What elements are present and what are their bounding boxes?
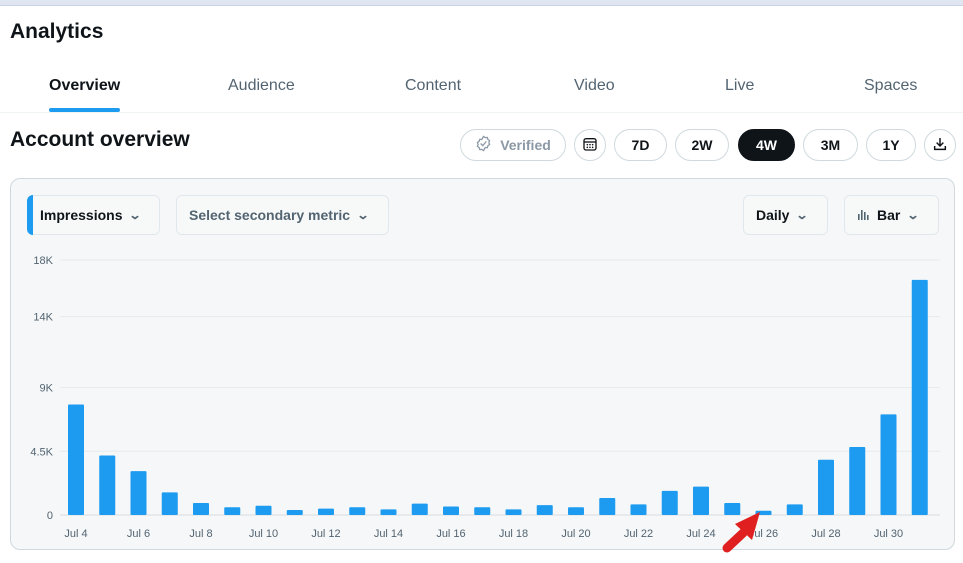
x-tick-label: Jul 28 [811,528,840,540]
chart-bar-jul-12[interactable] [318,508,334,515]
y-tick-label: 18K [33,255,53,267]
y-tick-label: 0 [47,510,53,522]
chart-bar-jul-5[interactable] [99,455,116,516]
chart-bar-jul-19[interactable] [536,505,553,515]
x-tick-label: Jul 4 [64,528,87,540]
chart-bar-jul-6[interactable] [130,471,147,515]
chart-bar-jul-14[interactable] [380,509,397,515]
chart-bar-jul-4[interactable] [68,404,84,516]
x-tick-label: Jul 24 [686,528,715,540]
x-tick-label: Jul 10 [249,528,278,540]
impressions-bar-chart: 18K 14K 9K 4.5K 0 Jul 4 Jul 6 Jul 8 Jul 10 Jul 1… [30,255,940,553]
y-tick-label: 4.5K [30,446,53,458]
chart-bar-jul-15[interactable] [411,503,428,515]
chart-bar-jul-21[interactable] [599,498,616,515]
chart-x-axis: Jul 4 Jul 6 Jul 8 Jul 10 Jul 12 Jul 14 Jul 16 J… [64,528,903,540]
x-tick-label: Jul 18 [499,528,528,540]
chart-bar-jul-23[interactable] [661,490,678,515]
chart-bar-jul-29[interactable] [849,447,866,515]
y-tick-label: 14K [33,312,53,324]
chart-bar-jul-20[interactable] [568,507,584,515]
chart-bar-jul-28[interactable] [818,459,834,515]
x-tick-label: Jul 12 [311,528,340,540]
chart-bar-jul-24[interactable] [693,486,709,515]
chart-bar-jul-11[interactable] [286,510,303,515]
chart-bar-jul-10[interactable] [255,505,272,515]
chart-bar-jul-9[interactable] [224,507,241,515]
chart-bar-jul-31[interactable] [911,279,928,515]
y-tick-label: 9K [40,383,54,395]
x-tick-label: Jul 16 [436,528,465,540]
x-tick-label: Jul 30 [874,528,903,540]
chart-bar-jul-8[interactable] [193,502,209,515]
chart-bar-jul-7[interactable] [161,492,178,515]
chart-bar-jul-27[interactable] [786,504,803,515]
chart-bars [68,279,928,516]
x-tick-label: Jul 20 [561,528,590,540]
chart-y-axis: 18K 14K 9K 4.5K 0 [30,255,53,522]
chart-bar-jul-22[interactable] [630,504,647,515]
x-tick-label: Jul 14 [374,528,403,540]
chart-bar-jul-30[interactable] [880,414,897,515]
x-tick-label: Jul 8 [189,528,212,540]
chart-grid [60,259,940,516]
chart-bar-jul-13[interactable] [349,507,366,515]
chart-bar-jul-17[interactable] [474,507,491,515]
x-tick-label: Jul 6 [127,528,150,540]
x-tick-label: Jul 22 [624,528,653,540]
chart-bar-jul-18[interactable] [505,509,522,515]
chart-bar-jul-16[interactable] [443,506,459,516]
chart-bar-jul-25[interactable] [724,502,741,515]
